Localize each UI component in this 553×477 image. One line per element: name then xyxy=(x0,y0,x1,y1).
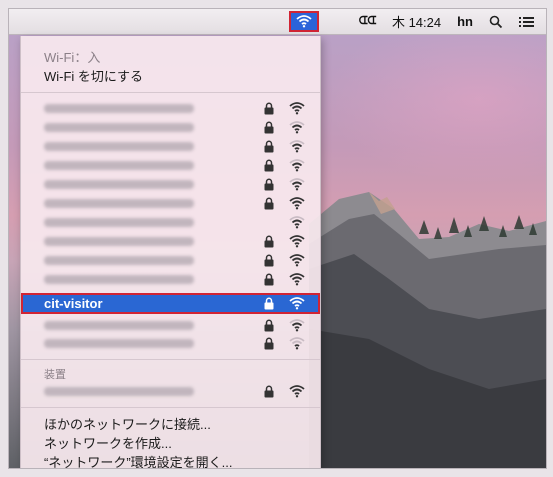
lock-icon xyxy=(264,319,274,332)
wifi-signal-icon xyxy=(289,216,305,229)
wifi-signal-icon xyxy=(289,254,305,267)
network-name-blurred xyxy=(44,161,194,170)
network-name-blurred xyxy=(44,218,194,227)
wifi-signal-icon xyxy=(289,385,305,398)
wifi-signal-icon xyxy=(289,336,305,349)
separator xyxy=(21,92,320,93)
lock-icon xyxy=(264,121,274,134)
wifi-signal-icon xyxy=(289,121,305,134)
device-item[interactable] xyxy=(21,382,320,401)
network-item[interactable] xyxy=(21,99,320,118)
network-name-blurred xyxy=(44,387,194,396)
wifi-signal-icon xyxy=(289,235,305,248)
menu-bar: ᗭᗭ 木 14:24 hn xyxy=(9,9,546,35)
network-name-blurred xyxy=(44,256,194,265)
lock-icon xyxy=(264,159,274,172)
wifi-toggle-item[interactable]: Wi-Fi を切にする xyxy=(44,66,143,85)
lock-icon xyxy=(264,297,274,310)
network-item[interactable] xyxy=(21,251,320,270)
search-icon[interactable] xyxy=(481,9,511,34)
network-item[interactable] xyxy=(21,137,320,156)
list-icon[interactable] xyxy=(511,9,546,34)
network-item[interactable] xyxy=(21,175,320,194)
wifi-signal-icon xyxy=(289,319,305,332)
create-network-item[interactable]: ネットワークを作成... xyxy=(44,433,172,452)
wifi-signal-icon xyxy=(289,140,305,153)
lock-icon xyxy=(264,273,274,286)
network-name-blurred xyxy=(44,321,194,330)
network-item[interactable] xyxy=(21,156,320,175)
wifi-signal-icon xyxy=(289,273,305,286)
separator xyxy=(21,359,320,360)
lock-icon xyxy=(264,140,274,153)
wifi-dropdown-menu: Wi-Fi：入 Wi-Fi を切にする cit-visitor 装置 ほかのネッ… xyxy=(20,36,321,468)
network-item[interactable] xyxy=(21,334,320,353)
network-name-blurred xyxy=(44,338,194,348)
wifi-signal-icon xyxy=(289,197,305,210)
lock-icon xyxy=(264,254,274,267)
network-name-blurred xyxy=(44,199,194,208)
network-item[interactable] xyxy=(21,194,320,213)
network-item[interactable] xyxy=(21,118,320,137)
screenshot-frame: ᗭᗭ 木 14:24 hn Wi-Fi：入 Wi-Fi を切にする cit-vi… xyxy=(8,8,547,469)
battery-indicator[interactable]: ᗭᗭ xyxy=(351,9,384,34)
network-item[interactable] xyxy=(21,316,320,335)
wifi-status-icon[interactable] xyxy=(289,11,319,32)
user-name[interactable]: hn xyxy=(449,9,481,34)
network-item-selected[interactable]: cit-visitor xyxy=(21,293,320,314)
lock-icon xyxy=(264,102,274,115)
network-item[interactable] xyxy=(21,213,320,232)
network-name: cit-visitor xyxy=(44,296,103,311)
lock-icon xyxy=(264,385,274,398)
lock-icon xyxy=(264,337,274,349)
network-name-blurred xyxy=(44,104,194,113)
lock-icon xyxy=(264,235,274,248)
network-name-blurred xyxy=(44,180,194,189)
menubar-clock[interactable]: 木 14:24 xyxy=(384,9,449,34)
network-item[interactable] xyxy=(21,270,320,289)
lock-icon xyxy=(264,197,274,210)
wifi-signal-icon xyxy=(289,159,305,172)
lock-icon xyxy=(264,178,274,191)
wifi-status-label: Wi-Fi：入 xyxy=(44,50,101,65)
network-name-blurred xyxy=(44,142,194,151)
open-network-preferences-item[interactable]: “ネットワーク”環境設定を開く... xyxy=(44,452,233,468)
wifi-signal-icon xyxy=(289,178,305,191)
separator xyxy=(21,407,320,408)
network-name-blurred xyxy=(44,237,194,246)
network-name-blurred xyxy=(44,275,194,284)
wifi-signal-icon xyxy=(289,102,305,115)
network-name-blurred xyxy=(44,123,194,132)
network-item[interactable] xyxy=(21,232,320,251)
join-other-network-item[interactable]: ほかのネットワークに接続... xyxy=(44,414,211,433)
devices-header: 装置 xyxy=(44,369,66,381)
wifi-signal-icon xyxy=(289,297,305,310)
